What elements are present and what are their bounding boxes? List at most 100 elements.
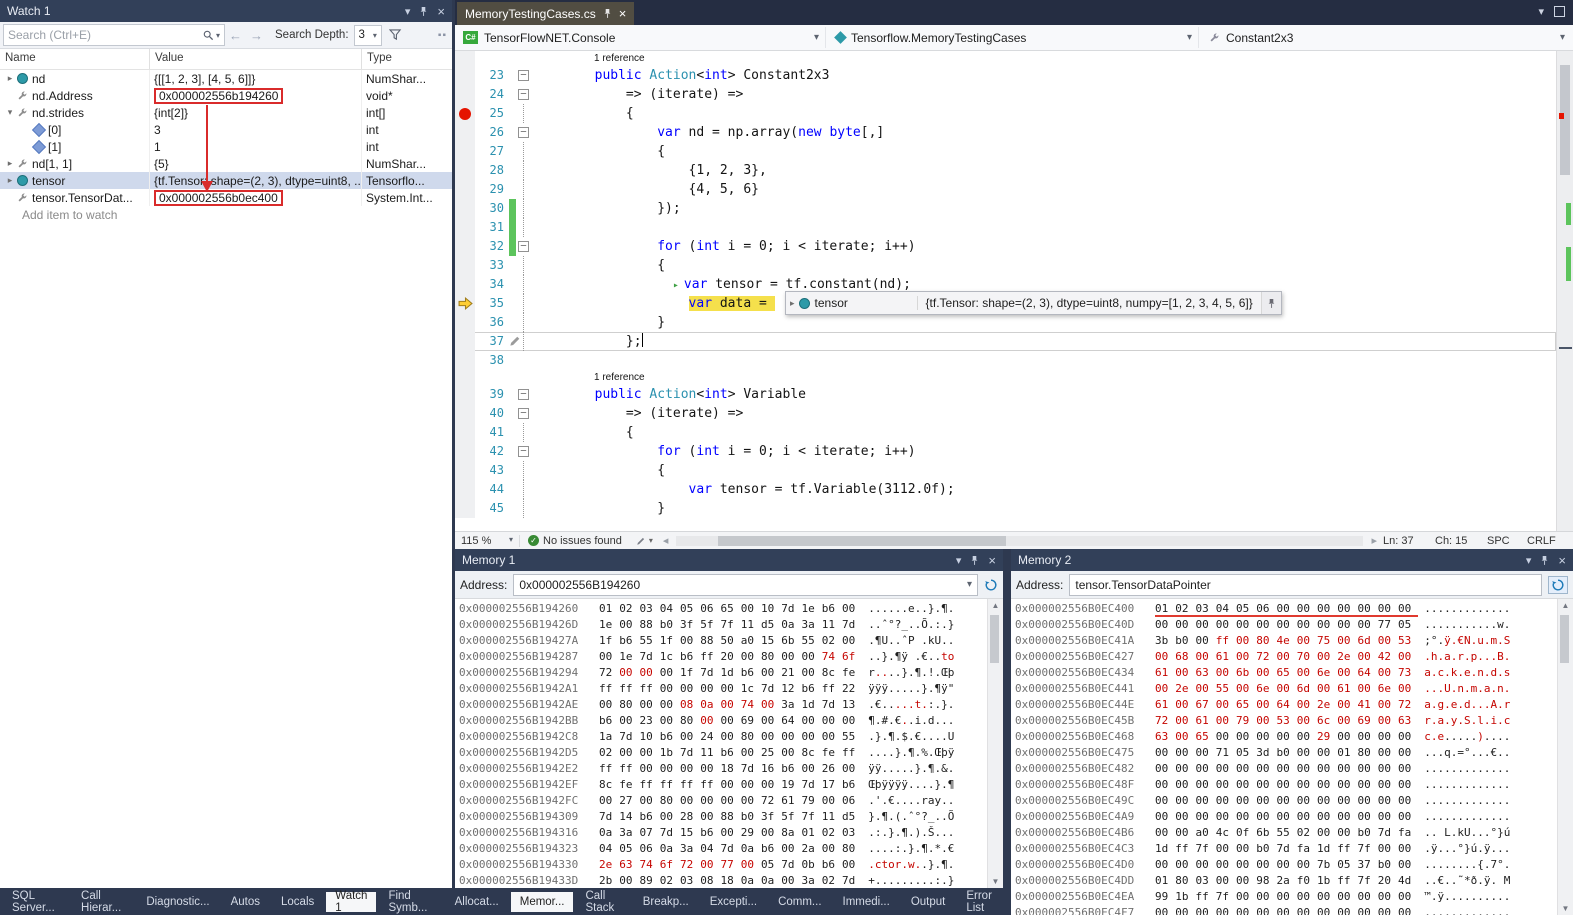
scroll-right-icon[interactable]: ▸ <box>1371 534 1377 547</box>
memory-row[interactable]: 0x000002556B0EC48F0000000000000000000000… <box>1015 777 1573 793</box>
panel-tab-locals[interactable]: Locals <box>272 892 323 912</box>
breakpoint-margin[interactable] <box>455 351 475 370</box>
memory-bytes[interactable]: 001e7d1cb6ff2000800000746f <box>599 649 862 665</box>
collapse-icon[interactable]: – <box>518 241 529 252</box>
chevron-down-icon[interactable]: ▾ <box>967 579 972 590</box>
address-input[interactable]: tensor.TensorDataPointer <box>1069 574 1542 596</box>
collapse-icon[interactable]: – <box>518 127 529 138</box>
memory-bytes[interactable]: 1e0088b03f5f7f11d50a3a117d <box>599 617 862 633</box>
memory-row[interactable]: 0x000002556B19433D2b0089020308180a0a003a… <box>459 873 1003 888</box>
collapse-icon[interactable]: – <box>518 89 529 100</box>
pin-icon[interactable] <box>970 555 979 566</box>
code-line[interactable]: 23– public Action<int> Constant2x3 <box>455 66 1556 85</box>
zoom-select[interactable]: 115 % ▾ <box>455 535 520 547</box>
memory-scrollbar[interactable]: ▲▼ <box>987 599 1003 888</box>
breakpoint-margin[interactable] <box>455 313 475 332</box>
forward-icon[interactable]: → <box>250 28 263 43</box>
memory-bytes[interactable]: 0180030000982af01bff7f204d <box>1155 873 1418 889</box>
memory-row[interactable]: 0x000002556B0EC4686300650000000000290000… <box>1015 729 1573 745</box>
type-dropdown[interactable]: Tensorflow.MemoryTestingCases ▾ <box>830 27 1199 48</box>
line-indicator[interactable]: Ln: 37 <box>1383 535 1435 547</box>
document-tab[interactable]: MemoryTestingCases.cs × <box>457 2 634 25</box>
watch-value[interactable]: 0x000002556b0ec400 <box>154 190 283 206</box>
memory-2-titlebar[interactable]: Memory 2 ▾ × <box>1011 549 1573 571</box>
code-line[interactable]: 27 { <box>455 142 1556 161</box>
memory-bytes[interactable]: b6002300800000690064000000 <box>599 713 862 729</box>
search-input[interactable]: Search (Ctrl+E) ▾ <box>3 24 225 46</box>
codelens-references[interactable]: 1 reference <box>532 51 1556 66</box>
breakpoint-margin[interactable] <box>455 385 475 404</box>
watch-value[interactable]: {int[2]} <box>154 106 188 120</box>
expander-icon[interactable]: ▸ <box>4 158 16 169</box>
panel-tab-memor[interactable]: Memor... <box>511 892 574 912</box>
memory-row[interactable]: 0x000002556B1943160a3a077d15b60029008a01… <box>459 825 1003 841</box>
watch-row[interactable]: ▸tensor{tf.Tensor: shape=(2, 3), dtype=u… <box>0 172 452 189</box>
watch-row[interactable]: tensor.TensorDat...0x000002556b0ec400Sys… <box>0 189 452 206</box>
code-line[interactable]: 42– for (int i = 0; i < iterate; i++) <box>455 442 1556 461</box>
breakpoint-margin[interactable] <box>455 442 475 461</box>
memory-row[interactable]: 0x000002556B19427A1fb6551f008850a0156b55… <box>459 633 1003 649</box>
collapse-icon[interactable]: – <box>518 408 529 419</box>
code-line[interactable]: 29 {4, 5, 6} <box>455 180 1556 199</box>
code-line[interactable]: 38 <box>455 351 1556 370</box>
memory-bytes[interactable]: ffff00000000187d16b6002600 <box>599 761 862 777</box>
editor-vertical-scrollbar[interactable] <box>1556 51 1573 531</box>
breakpoint-margin[interactable] <box>455 294 475 313</box>
memory-bytes[interactable]: 61006700650064002e00410072 <box>1155 697 1418 713</box>
space-indicator[interactable]: SPC <box>1487 535 1527 547</box>
search-options-icon[interactable]: ▾ <box>216 31 220 40</box>
collapse-icon[interactable]: – <box>518 389 529 400</box>
memory-bytes[interactable]: 0102030405066500107d1eb600 <box>599 601 862 617</box>
memory-bytes[interactable]: 0a3a077d15b60029008a010203 <box>599 825 862 841</box>
memory-bytes[interactable]: 720000001f7d1db60021008cfe <box>599 665 862 681</box>
memory-bytes[interactable]: 00000000000000000000007705 <box>1155 617 1418 633</box>
memory-row[interactable]: 0x000002556B0EC45B72006100790053006c0069… <box>1015 713 1573 729</box>
panel-tab-autos[interactable]: Autos <box>222 892 269 912</box>
breakpoint-margin[interactable] <box>455 480 475 499</box>
code-cleanup-icon[interactable]: ▾ <box>636 536 653 546</box>
memory-row[interactable]: 0x000002556B0EC4A90000000000000000000000… <box>1015 809 1573 825</box>
code-line[interactable]: 41 { <box>455 423 1556 442</box>
memory-row[interactable]: 0x000002556B1942E2ffff00000000187d16b600… <box>459 761 1003 777</box>
code-line[interactable]: 43 { <box>455 461 1556 480</box>
memory-bytes[interactable]: 00000000000000000000000000 <box>1155 777 1418 793</box>
code-line[interactable]: 44 var tensor = tf.Variable(3112.0f); <box>455 480 1556 499</box>
code-line[interactable]: 28 {1, 2, 3}, <box>455 161 1556 180</box>
add-watch-row[interactable]: Add item to watch <box>0 206 452 223</box>
memory-bytes[interactable]: 00000000000000000000000000 <box>1155 761 1418 777</box>
memory-row[interactable]: 0x000002556B0EC4C31dff7f0000b07dfa1dff7f… <box>1015 841 1573 857</box>
code-line[interactable]: 24– => (iterate) => <box>455 85 1556 104</box>
breakpoint-margin[interactable] <box>455 199 475 218</box>
search-depth-select[interactable]: 3 ▾ <box>354 25 382 46</box>
column-indicator[interactable]: Ch: 15 <box>1435 535 1487 547</box>
memory-1-titlebar[interactable]: Memory 1 ▾ × <box>455 549 1003 571</box>
memory-bytes[interactable]: 01020304050600000000000000 <box>1155 601 1418 617</box>
watch-value[interactable]: 3 <box>154 123 161 137</box>
memory-bytes[interactable]: 991bff7f000000000000000000 <box>1155 889 1418 905</box>
pin-to-source-icon[interactable] <box>1261 292 1281 314</box>
back-icon[interactable]: ← <box>229 28 242 43</box>
expander-icon[interactable]: ▸ <box>4 175 16 186</box>
panel-tab-error-list[interactable]: Error List <box>957 892 1008 912</box>
close-icon[interactable]: × <box>1558 554 1566 567</box>
memory-row[interactable]: 0x000002556B0EC47500000071053db000000180… <box>1015 745 1573 761</box>
memory-row[interactable]: 0x000002556B0EC441002e0055006e006d006100… <box>1015 681 1573 697</box>
close-icon[interactable]: × <box>619 7 627 20</box>
memory-bytes[interactable]: 8cfeffffffff000000197d17b6 <box>599 777 862 793</box>
memory-row[interactable]: 0x000002556B0EC41A3bb000ff00804e0075006d… <box>1015 633 1573 649</box>
collapse-icon[interactable]: – <box>518 70 529 81</box>
code-line[interactable]: 39– public Action<int> Variable <box>455 385 1556 404</box>
eol-indicator[interactable]: CRLF <box>1527 535 1573 547</box>
member-dropdown[interactable]: Constant2x3 ▾ <box>1203 27 1571 48</box>
breakpoint-margin[interactable] <box>455 332 475 351</box>
code-line[interactable]: 32– for (int i = 0; i < iterate; i++) <box>455 237 1556 256</box>
breakpoint-margin[interactable] <box>455 85 475 104</box>
memory-bytes[interactable]: 0200001b7d11b60025008cfeff <box>599 745 862 761</box>
memory-bytes[interactable]: 00000000000000000000000000 <box>1155 905 1418 915</box>
memory-row[interactable]: 0x000002556B0EC40D0000000000000000000000… <box>1015 617 1573 633</box>
memory-row[interactable]: 0x000002556B0EC434610063006b0065006e0064… <box>1015 665 1573 681</box>
panel-tab-output[interactable]: Output <box>902 892 955 912</box>
expander-icon[interactable]: ▸ <box>786 298 799 309</box>
breakpoint-margin[interactable] <box>455 256 475 275</box>
watch-row[interactable]: [0]3int <box>0 121 452 138</box>
